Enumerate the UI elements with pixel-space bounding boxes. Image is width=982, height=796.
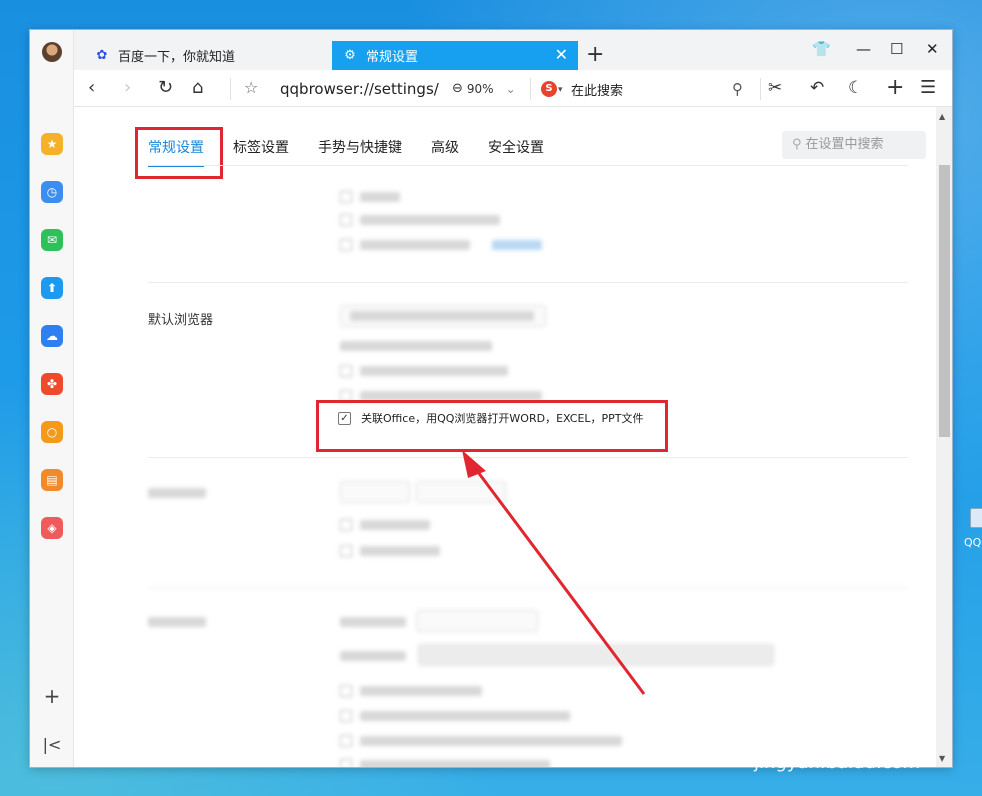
menu-icon[interactable]: ☰ — [920, 77, 936, 99]
reader-icon[interactable]: ▤ — [41, 469, 63, 491]
sogou-search-icon[interactable]: S — [541, 81, 557, 97]
pdf-icon[interactable]: ✤ — [41, 373, 63, 395]
skin-icon[interactable]: 👕 — [812, 40, 831, 58]
scroll-up-arrow[interactable]: ▲ — [939, 112, 945, 121]
address-input[interactable]: qqbrowser://settings/ — [280, 80, 439, 98]
browser-window: ★ ◷ ✉ ⬆ ☁ ✤ ○ ▤ ◈ + |< ✿ 百度一下，你就知道 ⚙ 常规设… — [30, 30, 952, 767]
night-mode-icon[interactable]: ☾ — [848, 77, 863, 99]
add-icon[interactable]: + — [886, 77, 904, 99]
settings-page: 常规设置 标签设置 手势与快捷键 高级 安全设置 ⚲在设置中搜索 默认浏览器 — [74, 107, 936, 767]
close-window-button[interactable]: ✕ — [926, 40, 939, 58]
scissors-icon[interactable]: ✂ — [768, 77, 782, 99]
tab-baidu[interactable]: ✿ 百度一下，你就知道 — [84, 41, 329, 70]
wechat-icon[interactable]: ✉ — [41, 229, 63, 251]
watermark-logo: Baidu经验 — [754, 720, 904, 755]
tab-title: 常规设置 — [366, 50, 419, 65]
cloud-icon[interactable]: ☁ — [41, 325, 63, 347]
collapse-sidebar-icon[interactable]: |< — [41, 734, 63, 756]
baidu-paw-icon: ✿ — [96, 48, 108, 63]
watermark-url: jingyan.baidu.com — [754, 752, 921, 773]
desktop-shortcut-label: QQ — [964, 536, 982, 549]
chevron-down-icon: ⌄ — [505, 81, 516, 96]
desktop-shortcut-qq[interactable]: QQ — [960, 508, 982, 556]
back-button[interactable]: ‹ — [88, 77, 95, 99]
new-tab-button[interactable]: + — [586, 42, 604, 68]
arrow-shaft — [470, 463, 646, 695]
zoom-level: 90% — [466, 81, 494, 96]
bookmark-star-icon[interactable]: ☆ — [244, 77, 258, 99]
game-icon[interactable]: ◈ — [41, 517, 63, 539]
zoom-out-icon: ⊖ — [452, 81, 463, 96]
home-button[interactable]: ⌂ — [192, 77, 203, 99]
arrow-head — [462, 450, 486, 478]
qq-icon — [970, 508, 982, 528]
minimize-button[interactable]: — — [856, 40, 871, 58]
search-app-icon[interactable]: ○ — [41, 421, 63, 443]
toolbar-divider — [230, 78, 231, 100]
browser-sidebar: ★ ◷ ✉ ⬆ ☁ ✤ ○ ▤ ◈ + |< — [30, 30, 74, 767]
baidu-jingyan-watermark: Baidu经验 jingyan.baidu.com — [754, 712, 920, 773]
undo-close-icon[interactable]: ↶ — [810, 77, 824, 99]
search-icon[interactable]: ⚲ — [732, 78, 743, 100]
scrollbar-thumb[interactable] — [939, 165, 950, 437]
toolbar-divider — [760, 78, 761, 100]
close-tab-icon[interactable]: ✕ — [555, 46, 568, 64]
maximize-button[interactable]: ☐ — [890, 40, 903, 58]
tab-title: 百度一下，你就知道 — [118, 50, 236, 65]
reload-button[interactable]: ↻ — [158, 77, 173, 99]
pin-icon[interactable]: ⬆ — [41, 277, 63, 299]
add-icon[interactable]: + — [41, 685, 63, 707]
forward-button[interactable]: › — [124, 77, 131, 99]
search-input[interactable]: 在此搜索 — [571, 80, 623, 99]
settings-gear-icon: ⚙ — [344, 48, 356, 63]
page-scrollbar[interactable]: ▲ ▼ — [936, 107, 952, 767]
zoom-control[interactable]: ⊖ 90% ⌄ — [452, 81, 516, 96]
avatar[interactable] — [42, 42, 62, 62]
address-toolbar: ‹ › ↻ ⌂ ☆ qqbrowser://settings/ ⊖ 90% ⌄ … — [74, 70, 952, 107]
red-arrow-annotation — [462, 450, 646, 695]
scroll-down-arrow[interactable]: ▼ — [939, 754, 945, 763]
history-icon[interactable]: ◷ — [41, 181, 63, 203]
engine-dropdown-icon[interactable]: ▾ — [558, 79, 563, 101]
tab-bar: ✿ 百度一下，你就知道 ⚙ 常规设置 ✕ + 👕 — ☐ ✕ — [74, 30, 952, 70]
favorites-icon[interactable]: ★ — [41, 133, 63, 155]
tab-settings[interactable]: ⚙ 常规设置 ✕ — [332, 41, 578, 70]
toolbar-divider — [530, 78, 531, 100]
